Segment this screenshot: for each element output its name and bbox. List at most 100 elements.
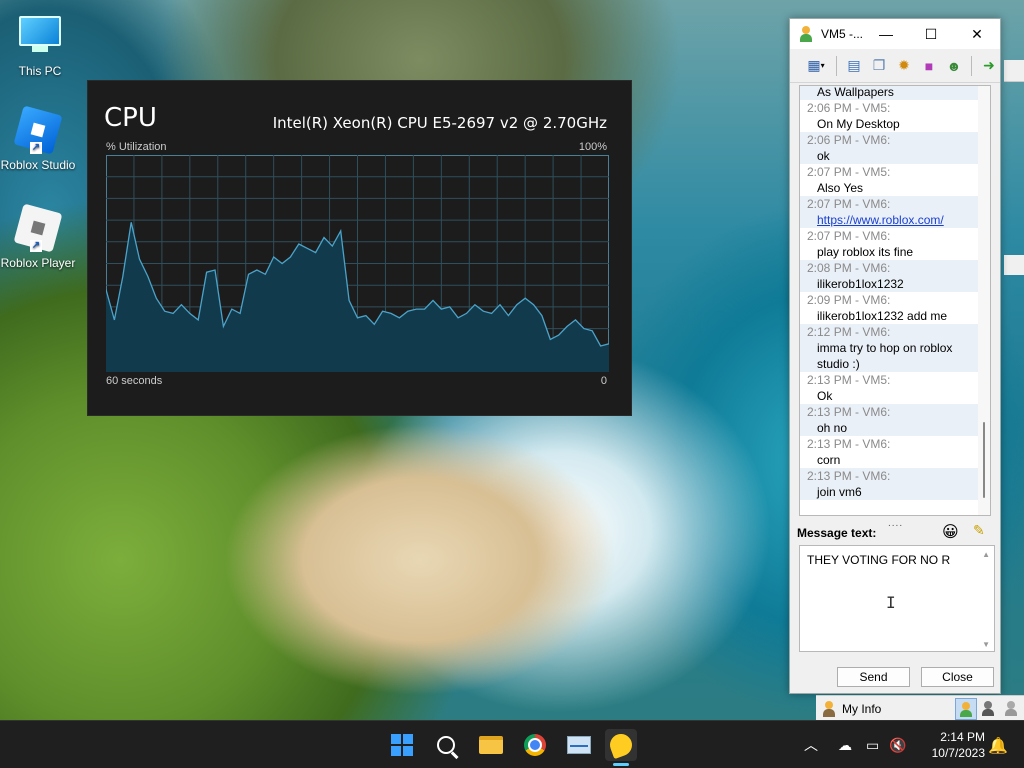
- chat-message-body: ilikerob1lox1232 add me: [817, 309, 948, 323]
- desktop-icon-label: Roblox Studio: [0, 158, 76, 172]
- chat-message: 2:06 PM - VM6: ok: [800, 132, 978, 164]
- chat-scrollbar-thumb[interactable]: [983, 422, 985, 498]
- chat-message-body: oh no: [817, 421, 848, 435]
- close-button[interactable]: Close: [921, 667, 994, 687]
- desktop-icon-label: This PC: [18, 64, 62, 78]
- chat-message-body: As Wallpapers: [817, 85, 894, 99]
- chat-message-link[interactable]: https://www.roblox.com/: [800, 212, 978, 228]
- exit-icon[interactable]: ➜: [978, 55, 1000, 77]
- desktop-icon-roblox-studio[interactable]: ↗ Roblox Studio: [0, 105, 78, 172]
- chat-message: 2:13 PM - VM6: join vm6: [800, 468, 978, 500]
- scroll-up-arrow-icon[interactable]: ▲: [982, 550, 990, 559]
- desktop-icon-roblox-player[interactable]: ↗ Roblox Player: [0, 203, 78, 270]
- notification-bell-icon[interactable]: 🔔: [988, 736, 1008, 756]
- buddy-list-statusbar: My Info: [816, 695, 1024, 721]
- chat-message: 2:07 PM - VM6: https://www.roblox.com/: [800, 196, 978, 228]
- cpu-time-label: 60 seconds: [106, 375, 163, 387]
- chat-message-header: 2:09 PM - VM6:: [807, 293, 891, 307]
- chat-titlebar[interactable]: VM5 -... — ☐ ✕: [790, 19, 1000, 49]
- splitter-grip[interactable]: ....: [888, 518, 903, 529]
- maximize-button[interactable]: ☐: [908, 19, 954, 49]
- chat-title: VM5 -...: [821, 27, 864, 41]
- chat-message-header: 2:07 PM - VM5:: [807, 165, 891, 179]
- chat-message-body: studio :): [817, 357, 860, 371]
- desktop-icon-label: Roblox Player: [0, 256, 76, 270]
- text-cursor-icon: I: [886, 593, 896, 612]
- chat-window[interactable]: VM5 -... — ☐ ✕ ▦ ▾ ▤ ❐ ✹ ■ ☻ ➜ As Wallpap…: [789, 18, 1001, 694]
- active-app-indicator: [613, 763, 629, 766]
- chat-history[interactable]: As Wallpapers 2:06 PM - VM5: On My Desktop…: [799, 85, 991, 516]
- chrome-icon[interactable]: [519, 729, 551, 761]
- history-icon[interactable]: ▤: [843, 55, 865, 77]
- cpu-performance-panel[interactable]: CPU Intel(R) Xeon(R) CPU E5-2697 v2 @ 2.…: [87, 80, 632, 416]
- cpu-usage-graph: [106, 155, 609, 372]
- roblox-studio-icon: ↗: [13, 105, 63, 155]
- chat-message: 2:08 PM - VM6: ilikerob1lox1232: [800, 260, 978, 292]
- send-file-icon[interactable]: ❐: [868, 55, 890, 77]
- background-window-edge: [1004, 60, 1024, 82]
- cloud-status-icon[interactable]: ☁: [838, 737, 852, 754]
- chat-message-body: imma try to hop on roblox: [817, 341, 953, 355]
- emoji-icon[interactable]: 😀: [942, 522, 959, 542]
- system-clock[interactable]: 2:14 PM 10/7/2023: [921, 729, 985, 761]
- my-info-icon: [822, 700, 836, 717]
- message-input-text: THEY VOTING FOR NO R: [807, 553, 951, 567]
- chat-message: 2:09 PM - VM6: ilikerob1lox1232 add me: [800, 292, 978, 324]
- volume-muted-icon[interactable]: 🔇: [889, 737, 906, 754]
- roblox-player-icon: ↗: [13, 203, 63, 253]
- add-contact-icon[interactable]: ☻: [943, 55, 965, 77]
- desktop-icon-this-pc[interactable]: This PC: [0, 12, 80, 78]
- chat-message-header: 2:06 PM - VM5:: [807, 101, 891, 115]
- computer-icon: [18, 16, 62, 60]
- contact-outline-icon[interactable]: [1001, 698, 1023, 720]
- file-explorer-icon[interactable]: [475, 729, 507, 761]
- cpu-min-label: 0: [600, 375, 607, 387]
- chat-message: 2:06 PM - VM5: On My Desktop: [800, 100, 978, 132]
- chat-message-header: 2:13 PM - VM5:: [807, 373, 891, 387]
- send-button[interactable]: Send: [837, 667, 910, 687]
- message-text-label: Message text:: [797, 526, 877, 540]
- format-icon[interactable]: ✎: [973, 522, 985, 539]
- chat-message: 2:07 PM - VM5: Also Yes: [800, 164, 978, 196]
- chevron-up-icon[interactable]: ︿: [804, 735, 818, 755]
- clock-time: 2:14 PM: [940, 730, 985, 744]
- online-status-icon[interactable]: [955, 697, 977, 720]
- contact-icon[interactable]: [978, 698, 1000, 720]
- chat-message-body: Also Yes: [817, 181, 864, 195]
- clock-date: 10/7/2023: [931, 746, 985, 760]
- chat-message-body: ilikerob1lox1232: [817, 277, 904, 291]
- chat-message-header: 2:07 PM - VM6:: [807, 197, 891, 211]
- chat-app-icon[interactable]: [605, 729, 637, 761]
- chat-message-header: 2:06 PM - VM6:: [807, 133, 891, 147]
- network-icon[interactable]: ▭: [866, 737, 879, 754]
- search-icon[interactable]: [430, 729, 462, 761]
- scroll-down-arrow-icon[interactable]: ▼: [982, 640, 990, 649]
- security-dropdown-icon[interactable]: ▦ ▾: [802, 55, 830, 77]
- chat-message-header: 2:13 PM - VM6:: [807, 437, 891, 451]
- start-icon[interactable]: [386, 729, 418, 761]
- photos-icon[interactable]: [563, 729, 595, 761]
- background-window-edge: [1004, 255, 1024, 275]
- buddy-icon: [799, 26, 813, 42]
- cpu-model: Intel(R) Xeon(R) CPU E5-2697 v2 @ 2.70GH…: [272, 114, 607, 132]
- close-window-button[interactable]: ✕: [954, 19, 1000, 49]
- chat-message: 2:13 PM - VM6: oh no: [800, 404, 978, 436]
- chat-message: 2:13 PM - VM5: Ok: [800, 372, 978, 404]
- chat-message-header: 2:13 PM - VM6:: [807, 405, 891, 419]
- chat-message: 2:12 PM - VM6: imma try to hop on roblox s…: [800, 324, 978, 372]
- minimize-button[interactable]: —: [864, 19, 908, 49]
- chat-message: 2:07 PM - VM6: play roblox its fine: [800, 228, 978, 260]
- nudge-icon[interactable]: ✹: [893, 55, 915, 77]
- chat-message-body: corn: [817, 453, 841, 467]
- cpu-util-label: % Utilization: [106, 141, 167, 153]
- chat-message-header: 2:08 PM - VM6:: [807, 261, 891, 275]
- cpu-max-label: 100%: [578, 141, 607, 153]
- chat-message-header: 2:12 PM - VM6:: [807, 325, 891, 339]
- my-info-link[interactable]: My Info: [842, 702, 955, 716]
- message-input[interactable]: THEY VOTING FOR NO R ▲ ▼ I: [799, 545, 995, 652]
- chat-message-header: 2:13 PM - VM6:: [807, 469, 891, 483]
- chat-message-body: ok: [817, 149, 830, 163]
- chat-message-body: On My Desktop: [817, 117, 900, 131]
- cpu-title: CPU: [104, 103, 157, 133]
- video-icon[interactable]: ■: [918, 55, 940, 77]
